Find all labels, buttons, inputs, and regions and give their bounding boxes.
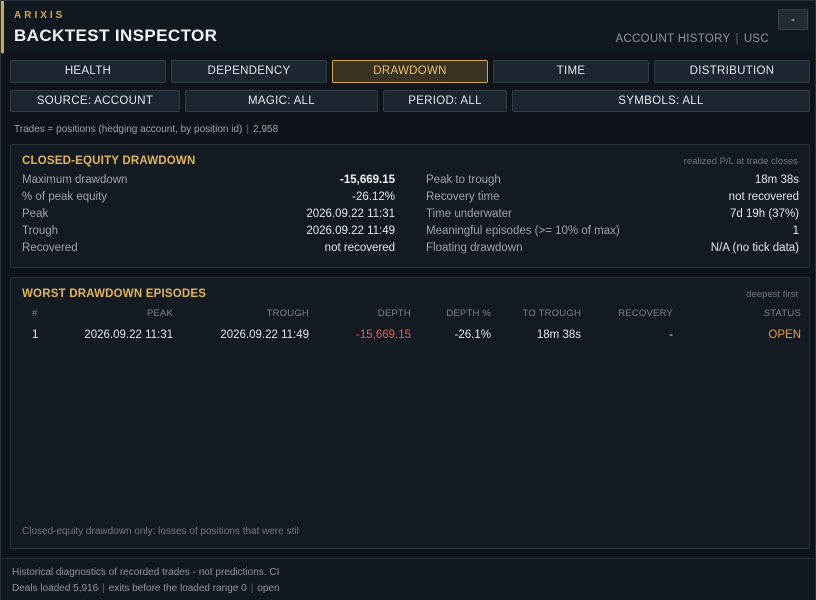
- stat-value: N/A (no tick data): [710, 242, 799, 254]
- backtest-inspector-window: ARIXIS BACKTEST INSPECTOR ACCOUNT HISTOR…: [0, 0, 816, 600]
- stat-floating-drawdown: Floating drawdown N/A (no tick data): [426, 242, 799, 258]
- col-header-depth: DEPTH: [377, 308, 411, 319]
- currency-label: USC: [743, 33, 769, 45]
- col-header-to-trough: TO TROUGH: [522, 308, 581, 319]
- trades-note: Trades = positions (hedging account, by …: [14, 124, 278, 135]
- col-header-num: #: [32, 308, 38, 319]
- tab-distribution[interactable]: DISTRIBUTION: [654, 60, 810, 83]
- worst-episodes-title: WORST DRAWDOWN EPISODES: [22, 288, 207, 300]
- stat-max-drawdown: Maximum drawdown -15,669.15: [22, 174, 395, 190]
- stat-label: Peak to trough: [426, 174, 501, 186]
- stat-label: Trough: [22, 225, 59, 237]
- status-badge: OPEN: [768, 329, 801, 341]
- stat-value: -26.12%: [352, 191, 395, 203]
- closed-equity-panel: CLOSED-EQUITY DRAWDOWN realized P/L at t…: [10, 144, 810, 268]
- stat-value: 18m 38s: [754, 174, 799, 186]
- stat-label: Recovery time: [426, 191, 500, 203]
- tab-bar: HEALTH DEPENDENCY DRAWDOWN TIME DISTRIBU…: [10, 60, 810, 83]
- minimize-button[interactable]: -: [778, 9, 808, 30]
- disclaimer-text: Historical diagnostics of recorded trade…: [12, 567, 280, 578]
- stat-label: Time underwater: [426, 208, 512, 220]
- stat-pct-peak-equity: % of peak equity -26.12%: [22, 191, 395, 207]
- deals-separator: |: [102, 583, 105, 594]
- stat-recovered: Recovered not recovered: [22, 242, 395, 258]
- deals-summary: Deals loaded 5,916 | exits before the load…: [12, 583, 280, 594]
- app-title: BACKTEST INSPECTOR: [14, 26, 218, 45]
- stat-value: 2026.09.22 11:31: [306, 208, 395, 220]
- cell-to-trough: 18m 38s: [536, 329, 581, 341]
- exits-before-range: exits before the loaded range 0: [108, 583, 247, 594]
- stat-value: 7d 19h (37%): [729, 208, 799, 220]
- cell-recovery: -: [669, 329, 673, 341]
- worst-episodes-note: deepest first: [746, 289, 798, 300]
- col-header-recovery: RECOVERY: [618, 308, 673, 319]
- episodes-footnote: Closed-equity drawdown only: losses of p…: [22, 526, 299, 537]
- period-filter[interactable]: PERIOD: ALL: [383, 90, 507, 112]
- status-footer: Historical diagnostics of recorded trade…: [1, 558, 815, 600]
- header: ARIXIS BACKTEST INSPECTOR ACCOUNT HISTOR…: [1, 1, 815, 53]
- stat-time-underwater: Time underwater 7d 19h (37%): [426, 208, 799, 224]
- trades-count: 2,958: [252, 124, 279, 135]
- cell-num: 1: [32, 329, 39, 341]
- stat-value: not recovered: [728, 191, 799, 203]
- stat-meaningful-episodes: Meaningful episodes (>= 10% of max) 1: [426, 225, 799, 241]
- stat-label: Meaningful episodes (>= 10% of max): [426, 225, 620, 237]
- stat-trough: Trough 2026.09.22 11:49: [22, 225, 395, 241]
- tab-drawdown[interactable]: DRAWDOWN: [332, 60, 488, 83]
- stat-value: -15,669.15: [340, 174, 395, 186]
- tab-time[interactable]: TIME: [493, 60, 649, 83]
- magic-filter[interactable]: MAGIC: ALL: [185, 90, 378, 112]
- trades-definition: Trades = positions (hedging account, by …: [14, 124, 243, 135]
- meta-separator: |: [735, 33, 739, 45]
- closed-equity-title: CLOSED-EQUITY DRAWDOWN: [22, 155, 196, 167]
- cell-trough: 2026.09.22 11:49: [220, 329, 309, 341]
- stat-label: % of peak equity: [22, 191, 108, 203]
- deals-loaded: Deals loaded 5,916: [12, 583, 99, 594]
- stat-recovery-time: Recovery time not recovered: [426, 191, 799, 207]
- symbols-filter[interactable]: SYMBOLS: ALL: [512, 90, 810, 112]
- closed-equity-note: realized P/L at trade closes: [683, 156, 798, 167]
- stat-peak-to-trough: Peak to trough 18m 38s: [426, 174, 799, 190]
- filter-bar: SOURCE: ACCOUNT MAGIC: ALL PERIOD: ALL S…: [10, 90, 810, 112]
- open-count: open: [257, 583, 280, 594]
- stat-value: not recovered: [324, 242, 395, 254]
- brand-logo: ARIXIS: [14, 10, 66, 21]
- stat-label: Maximum drawdown: [22, 174, 128, 186]
- cell-depth-pct: -26.1%: [454, 329, 491, 341]
- col-header-status: STATUS: [763, 308, 801, 319]
- cell-peak: 2026.09.22 11:31: [84, 329, 173, 341]
- stat-value: 2026.09.22 11:49: [306, 225, 395, 237]
- stat-label: Recovered: [22, 242, 78, 254]
- account-history-label: ACCOUNT HISTORY: [615, 33, 731, 45]
- col-header-peak: PEAK: [146, 308, 173, 319]
- header-meta: ACCOUNT HISTORY | USC: [615, 33, 769, 45]
- stat-label: Peak: [22, 208, 49, 220]
- stat-label: Floating drawdown: [426, 242, 523, 254]
- source-filter[interactable]: SOURCE: ACCOUNT: [10, 90, 180, 112]
- tab-health[interactable]: HEALTH: [10, 60, 166, 83]
- stat-value: 1: [792, 225, 799, 237]
- trades-separator: |: [246, 124, 249, 135]
- tab-dependency[interactable]: DEPENDENCY: [171, 60, 327, 83]
- deals-separator: |: [250, 583, 254, 594]
- worst-episodes-panel: WORST DRAWDOWN EPISODES deepest first # …: [10, 277, 810, 549]
- col-header-trough: TROUGH: [266, 308, 309, 319]
- cell-depth: -15,669.15: [356, 329, 411, 341]
- stat-peak: Peak 2026.09.22 11:31: [22, 208, 395, 224]
- col-header-depth-pct: DEPTH %: [446, 308, 491, 319]
